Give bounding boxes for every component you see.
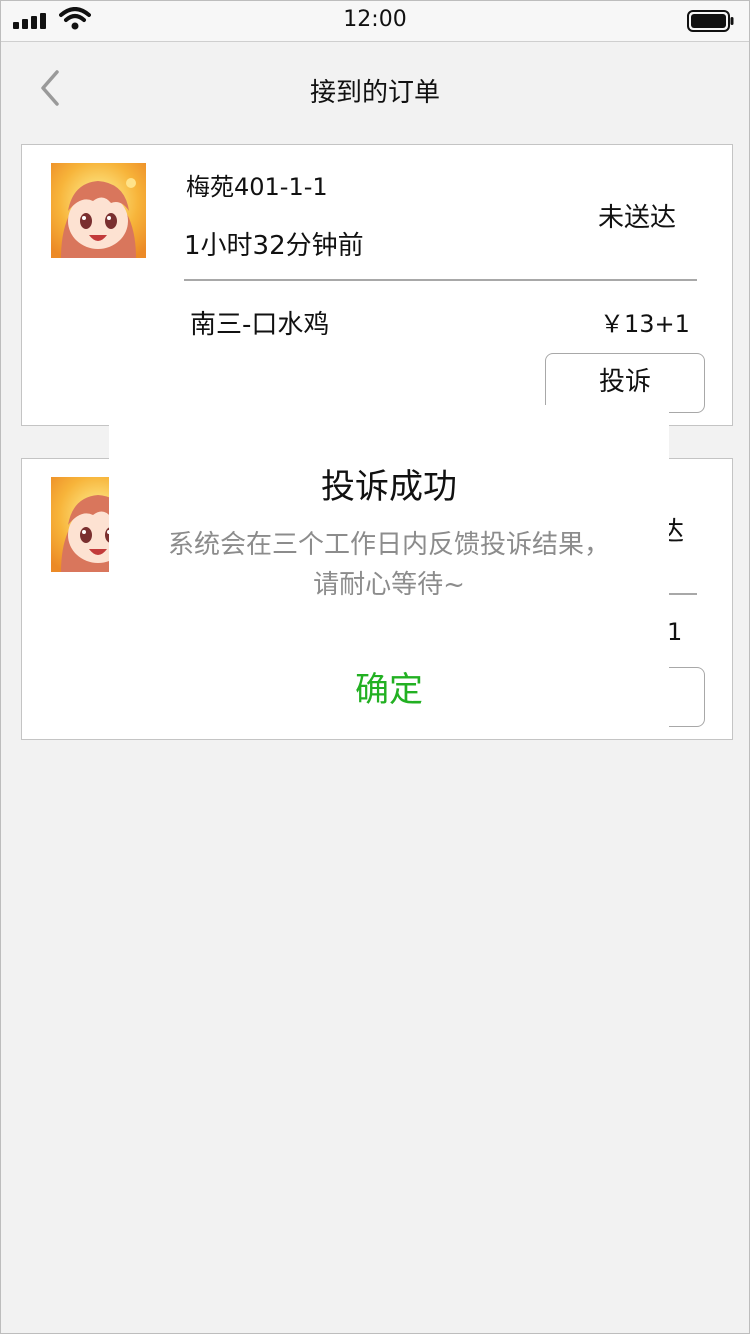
order-dish: 南三-口水鸡 (190, 310, 330, 340)
order-time-ago: 1小时32分钟前 (184, 231, 364, 261)
order-price: ￥13+1 (600, 310, 690, 338)
order-card: 梅苑401-1-1 1小时32分钟前 未送达 南三-口水鸡 ￥13+1 投诉 (21, 144, 733, 426)
avatar (51, 163, 146, 258)
dialog-message: 系统会在三个工作日内反馈投诉结果，请耐心等待~ (167, 530, 610, 600)
confirm-button[interactable]: 确定 (109, 662, 669, 711)
battery-icon (687, 10, 734, 32)
anime-girl-avatar-image (51, 163, 146, 258)
complain-button[interactable]: 投诉 (545, 353, 705, 413)
status-bar: 12:00 (1, 1, 749, 42)
divider (184, 279, 697, 281)
dialog-title: 投诉成功 (321, 467, 457, 507)
phone-screen: 12:00 接到的订单 梅苑401-1-1 1小时32分钟前 未送达 南三-口水… (0, 0, 750, 1334)
order-status: 未送达 (598, 203, 677, 233)
page-title: 接到的订单 (309, 78, 440, 108)
complaint-success-dialog: 投诉成功 系统会在三个工作日内反馈投诉结果，请耐心等待~ 确定 (109, 405, 669, 733)
nav-bar: 接到的订单 (1, 42, 749, 134)
order-price: 1 (667, 618, 683, 646)
status-time: 12:00 (343, 7, 407, 32)
order-address: 梅苑401-1-1 (186, 173, 328, 201)
